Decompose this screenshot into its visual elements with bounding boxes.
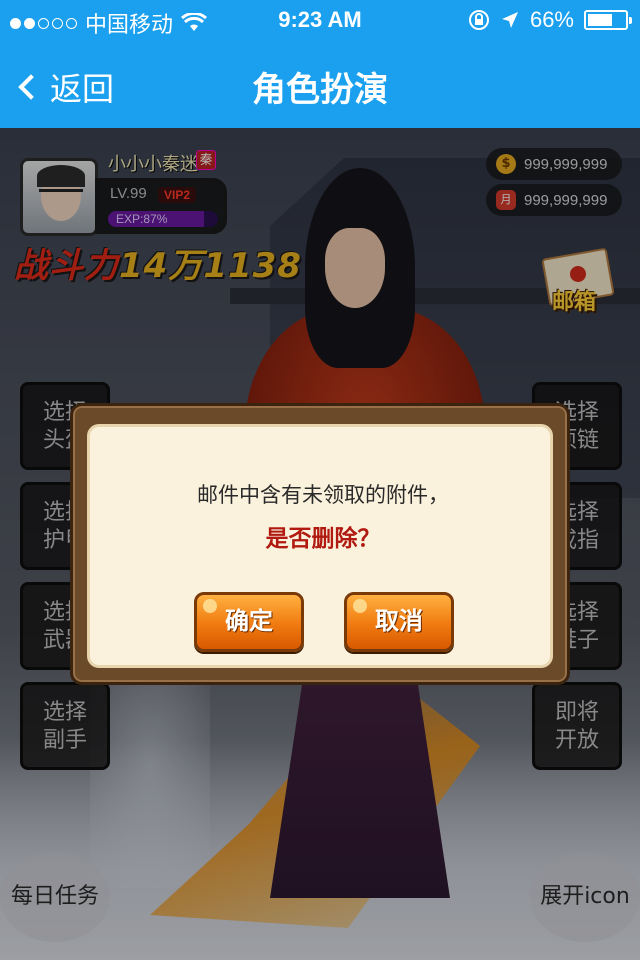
dialog-message: 邮件中含有未领取的附件，	[197, 483, 449, 507]
dialog-body: 邮件中含有未领取的附件， 是否删除？ 确定 取消	[87, 424, 553, 668]
rotation-lock-icon	[468, 10, 489, 30]
page-title: 角色扮演	[252, 70, 388, 110]
delete-mail-dialog: 邮件中含有未领取的附件， 是否删除？ 确定 取消	[70, 403, 570, 685]
battery-percent: 66%	[529, 7, 574, 32]
cancel-button[interactable]: 取消	[344, 592, 454, 652]
status-right: 66%	[468, 7, 632, 33]
location-arrow-icon	[501, 12, 518, 28]
battery-fill	[588, 14, 612, 26]
battery-icon	[584, 10, 632, 30]
dialog-question: 是否删除？	[265, 526, 381, 552]
status-bar: 中国移动 9:23 AM 66%	[0, 0, 640, 40]
nav-bar: 返回 角色扮演	[0, 40, 640, 128]
confirm-button[interactable]: 确定	[194, 592, 304, 652]
